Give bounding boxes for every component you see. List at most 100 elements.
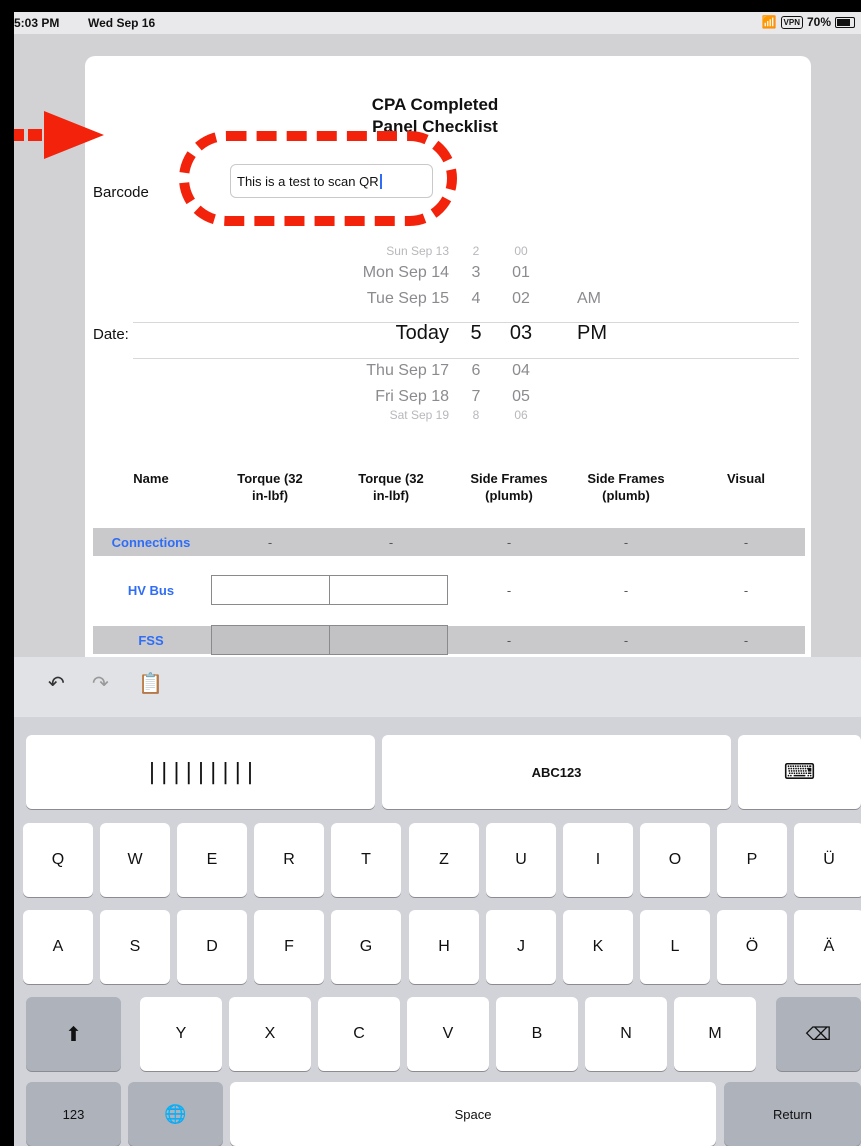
key-label: N <box>620 1025 632 1042</box>
picker-row-selected[interactable]: Today 5 03 PM <box>85 322 811 350</box>
key-label: D <box>206 938 218 955</box>
picker-row[interactable]: Sat Sep 19 8 06 <box>85 408 811 428</box>
key-label: C <box>353 1025 365 1042</box>
undo-icon[interactable]: ↶ <box>48 671 65 696</box>
key-label: O <box>668 851 682 868</box>
key-h[interactable]: H <box>409 910 479 984</box>
space-key[interactable]: Space <box>230 1082 716 1146</box>
picker-minute: 05 <box>512 388 530 405</box>
picker-minute: 06 <box>514 408 528 422</box>
annotation-arrow-head <box>44 111 104 159</box>
key-e[interactable]: E <box>177 823 247 897</box>
key-label: X <box>264 1025 276 1042</box>
scan-barcode-button[interactable]: ||||||||| <box>26 735 375 809</box>
shift-key[interactable]: ⬆ <box>26 997 121 1071</box>
key-j[interactable]: J <box>486 910 556 984</box>
key-d[interactable]: D <box>177 910 247 984</box>
key-r[interactable]: R <box>254 823 324 897</box>
scan-text-label: ABC123 <box>531 764 582 780</box>
torque-input[interactable] <box>211 575 330 605</box>
key-a[interactable]: A <box>23 910 93 984</box>
keyboard: ↶ ↷ 📋 ||||||||| ABC123 ⌨ Q W E R T Z U I O P Ü A S D F… <box>14 657 861 1146</box>
key-label: U <box>515 851 527 868</box>
column-header: Torque (32 in-lbf) <box>358 471 424 503</box>
dismiss-keyboard-button[interactable]: ⌨ <box>738 735 861 809</box>
key-y[interactable]: Y <box>140 997 222 1071</box>
picker-hour: 2 <box>472 244 480 258</box>
key-b[interactable]: B <box>496 997 578 1071</box>
key-z[interactable]: Z <box>409 823 479 897</box>
key-ü[interactable]: Ü <box>794 823 861 897</box>
key-k[interactable]: K <box>563 910 633 984</box>
device-bezel-left <box>0 0 14 1146</box>
key-c[interactable]: C <box>318 997 400 1071</box>
key-ä[interactable]: Ä <box>794 910 861 984</box>
delete-key[interactable]: ⌫ <box>776 997 861 1071</box>
checklist-sheet: CPA Completed Panel Checklist Barcode Th… <box>85 56 811 666</box>
torque-input[interactable] <box>211 625 330 655</box>
key-n[interactable]: N <box>585 997 667 1071</box>
key-x[interactable]: X <box>229 997 311 1071</box>
picker-ampm: AM <box>577 290 601 307</box>
picker-row[interactable]: Tue Sep 15 4 02 AM <box>85 290 811 310</box>
key-m[interactable]: M <box>674 997 756 1071</box>
column-header: Visual <box>726 471 766 486</box>
picker-hour: 7 <box>471 388 481 405</box>
key-f[interactable]: F <box>254 910 324 984</box>
row-name-link[interactable]: FSS <box>91 633 211 648</box>
cell-value: - <box>743 583 749 598</box>
key-u[interactable]: U <box>486 823 556 897</box>
row-name-link[interactable]: Connections <box>91 535 211 550</box>
return-key[interactable]: Return <box>724 1082 861 1146</box>
picker-minute: 00 <box>514 244 528 258</box>
picker-hour: 8 <box>472 408 480 422</box>
numbers-key[interactable]: 123 <box>26 1082 121 1146</box>
key-p[interactable]: P <box>717 823 787 897</box>
key-i[interactable]: I <box>563 823 633 897</box>
picker-day: Tue Sep 15 <box>366 290 449 307</box>
key-label: K <box>592 938 604 955</box>
paste-icon[interactable]: 📋 <box>138 671 163 696</box>
shift-icon: ⬆ <box>65 1023 82 1046</box>
torque-input[interactable] <box>329 575 448 605</box>
redo-icon[interactable]: ↷ <box>92 671 109 696</box>
cell-value: - <box>743 535 749 550</box>
key-s[interactable]: S <box>100 910 170 984</box>
globe-icon: 🌐 <box>164 1103 187 1124</box>
key-label: S <box>129 938 141 955</box>
picker-ampm: PM <box>577 322 607 344</box>
highlight-annotation <box>179 131 457 226</box>
globe-key[interactable]: 🌐 <box>128 1082 223 1146</box>
picker-hour: 5 <box>470 322 482 344</box>
picker-day: Fri Sep 18 <box>375 388 449 405</box>
keyboard-dismiss-icon: ⌨ <box>783 759 816 784</box>
key-label: A <box>52 938 64 955</box>
key-l[interactable]: L <box>640 910 710 984</box>
column-header: Side Frames (plumb) <box>587 471 665 503</box>
key-v[interactable]: V <box>407 997 489 1071</box>
key-label: Q <box>51 851 65 868</box>
picker-minute: 04 <box>512 362 530 379</box>
key-t[interactable]: T <box>331 823 401 897</box>
row-name-link[interactable]: HV Bus <box>91 583 211 598</box>
key-label: Ü <box>823 851 835 868</box>
picker-row[interactable]: Fri Sep 18 7 05 <box>85 388 811 408</box>
torque-input[interactable] <box>329 625 448 655</box>
key-w[interactable]: W <box>100 823 170 897</box>
cell-value: - <box>267 535 273 550</box>
key-o[interactable]: O <box>640 823 710 897</box>
key-label: Y <box>175 1025 187 1042</box>
key-ö[interactable]: Ö <box>717 910 787 984</box>
space-key-label: Space <box>454 1106 492 1122</box>
key-g[interactable]: G <box>331 910 401 984</box>
column-header: Torque (32 in-lbf) <box>237 471 303 503</box>
scan-text-button[interactable]: ABC123 <box>382 735 731 809</box>
picker-row[interactable]: Sun Sep 13 2 00 <box>85 244 811 264</box>
key-label: T <box>361 851 371 868</box>
delete-icon: ⌫ <box>805 1023 832 1044</box>
picker-row[interactable]: Mon Sep 14 3 01 <box>85 264 811 284</box>
wifi-icon: 📶 <box>761 15 777 29</box>
status-indicators: 📶 VPN 70% <box>762 15 855 29</box>
key-q[interactable]: Q <box>23 823 93 897</box>
picker-row[interactable]: Thu Sep 17 6 04 <box>85 362 811 382</box>
